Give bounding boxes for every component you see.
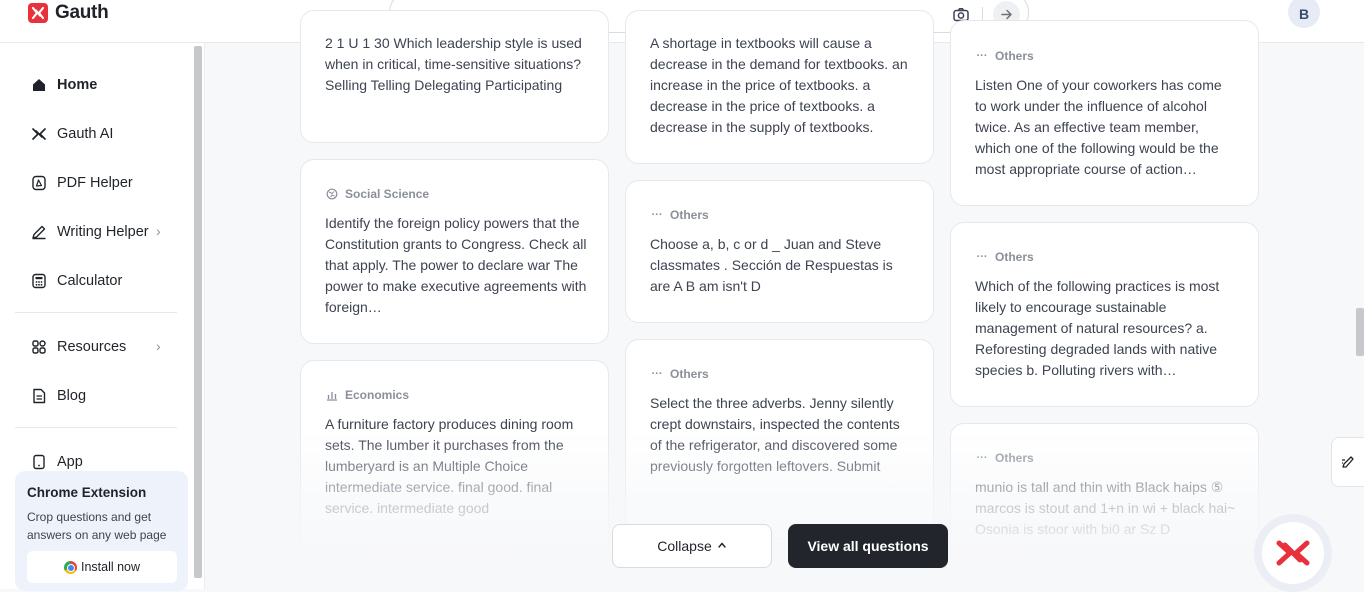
sidebar-item-label: Resources (57, 339, 127, 355)
page-scrollbar[interactable] (1356, 308, 1364, 356)
question-card[interactable]: ··· Others Listen One of your coworkers … (950, 20, 1259, 206)
home-icon (30, 76, 48, 94)
sidebar-item-resources[interactable]: Resources (30, 335, 126, 359)
category-name: Others (995, 49, 1034, 63)
extension-description: Crop questions and get answers on any we… (27, 510, 167, 542)
more-dots-icon: ··· (651, 209, 663, 221)
sidebar-item-label: Calculator (57, 273, 123, 289)
chevron-right-icon[interactable]: › (156, 223, 161, 239)
sidebar-item-label: App (57, 454, 83, 470)
category-name: Others (995, 451, 1034, 465)
question-card[interactable]: 2 1 U 1 30 Which leadership style is use… (300, 10, 609, 143)
sidebar-item-pdf-helper[interactable]: PDF Helper (30, 171, 133, 195)
sidebar-item-calculator[interactable]: Calculator (30, 269, 122, 293)
question-text: Select the three adverbs. Jenny silently… (650, 395, 900, 474)
chevron-right-icon[interactable]: › (156, 338, 161, 354)
sidebar-divider (15, 427, 177, 428)
chrome-icon (63, 560, 77, 574)
blog-icon (30, 387, 48, 405)
sidebar: Home Gauth AI PDF Helper Writing Helper … (0, 43, 205, 591)
category-label: Social Science (325, 187, 429, 201)
category-name: Social Science (345, 187, 430, 201)
question-text: Identify the foreign policy powers that … (325, 215, 587, 315)
more-dots-icon: ··· (651, 368, 663, 380)
question-card[interactable]: ··· Others munio is tall and thin with B… (950, 423, 1259, 583)
calculator-icon (30, 272, 48, 290)
gauth-logo[interactable]: Gauth (28, 2, 109, 23)
install-now-button[interactable]: Install now (27, 551, 177, 583)
category-label: ··· Others (975, 451, 1034, 465)
chrome-extension-card: Chrome Extension Crop questions and get … (15, 471, 188, 591)
more-dots-icon: ··· (976, 50, 988, 62)
gauth-float-icon (1262, 522, 1324, 584)
collapse-label: Collapse (657, 538, 712, 554)
bar-chart-icon (325, 389, 339, 401)
sidebar-item-label: Gauth AI (57, 126, 114, 142)
category-label: ··· Others (975, 250, 1034, 264)
sidebar-item-label: Home (57, 77, 98, 93)
brand-name: Gauth (55, 2, 109, 23)
phone-icon (30, 453, 48, 471)
sidebar-item-gauth-ai[interactable]: Gauth AI (30, 122, 113, 146)
question-card[interactable]: ··· Others Choose a, b, c or d _ Juan an… (625, 180, 934, 323)
question-card[interactable]: Social Science Identify the foreign poli… (300, 159, 609, 344)
more-dots-icon: ··· (976, 251, 988, 263)
floating-assistant-button[interactable] (1254, 514, 1332, 592)
gauth-ai-icon (30, 125, 48, 143)
chevron-up-icon (717, 540, 727, 552)
question-text: Listen One of your coworkers has come to… (975, 77, 1222, 177)
question-text: Which of the following practices is most… (975, 278, 1220, 378)
question-text: A furniture factory produces dining room… (325, 416, 574, 516)
question-text: A shortage in textbooks will cause a dec… (650, 35, 908, 135)
category-label: ··· Others (650, 208, 709, 222)
question-card[interactable]: ··· Others Which of the following practi… (950, 222, 1259, 407)
question-card[interactable]: ··· Others Select the three adverbs. Jen… (625, 339, 934, 539)
extension-title: Chrome Extension (27, 485, 147, 500)
sidebar-item-label: Writing Helper (57, 224, 149, 240)
sidebar-item-blog[interactable]: Blog (30, 384, 86, 408)
question-text: 2 1 U 1 30 Which leadership style is use… (325, 35, 582, 93)
gauth-logo-icon (28, 3, 48, 23)
grid-icon (30, 338, 48, 356)
install-now-label: Install now (80, 560, 141, 574)
sidebar-divider (15, 312, 177, 313)
question-text: Choose a, b, c or d _ Juan and Steve cla… (650, 236, 893, 294)
view-all-questions-button[interactable]: View all questions (788, 524, 948, 568)
pdf-icon (30, 174, 48, 192)
category-name: Others (995, 250, 1034, 264)
sidebar-item-home[interactable]: Home (30, 73, 97, 97)
pen-icon (30, 223, 48, 241)
category-label: ··· Others (975, 49, 1034, 63)
sidebar-item-writing-helper[interactable]: Writing Helper (30, 220, 149, 244)
question-card[interactable]: Economics A furniture factory produces d… (300, 360, 609, 560)
sidebar-item-label: PDF Helper (57, 175, 133, 191)
sidebar-scrollbar[interactable] (194, 46, 202, 578)
side-toolbar-tab[interactable] (1331, 437, 1364, 487)
highlighter-icon (1342, 456, 1354, 468)
category-label: ··· Others (650, 367, 709, 381)
category-name: Others (670, 208, 709, 222)
category-name: Others (670, 367, 709, 381)
sidebar-item-label: Blog (57, 388, 87, 404)
category-name: Economics (345, 388, 410, 402)
social-science-icon (325, 188, 339, 200)
collapse-button[interactable]: Collapse (612, 524, 772, 568)
question-text: munio is tall and thin with Black haips … (975, 479, 1236, 537)
more-dots-icon: ··· (976, 452, 988, 464)
question-card[interactable]: A shortage in textbooks will cause a dec… (625, 10, 934, 164)
user-avatar[interactable]: B (1288, 0, 1320, 28)
category-label: Economics (325, 388, 409, 402)
